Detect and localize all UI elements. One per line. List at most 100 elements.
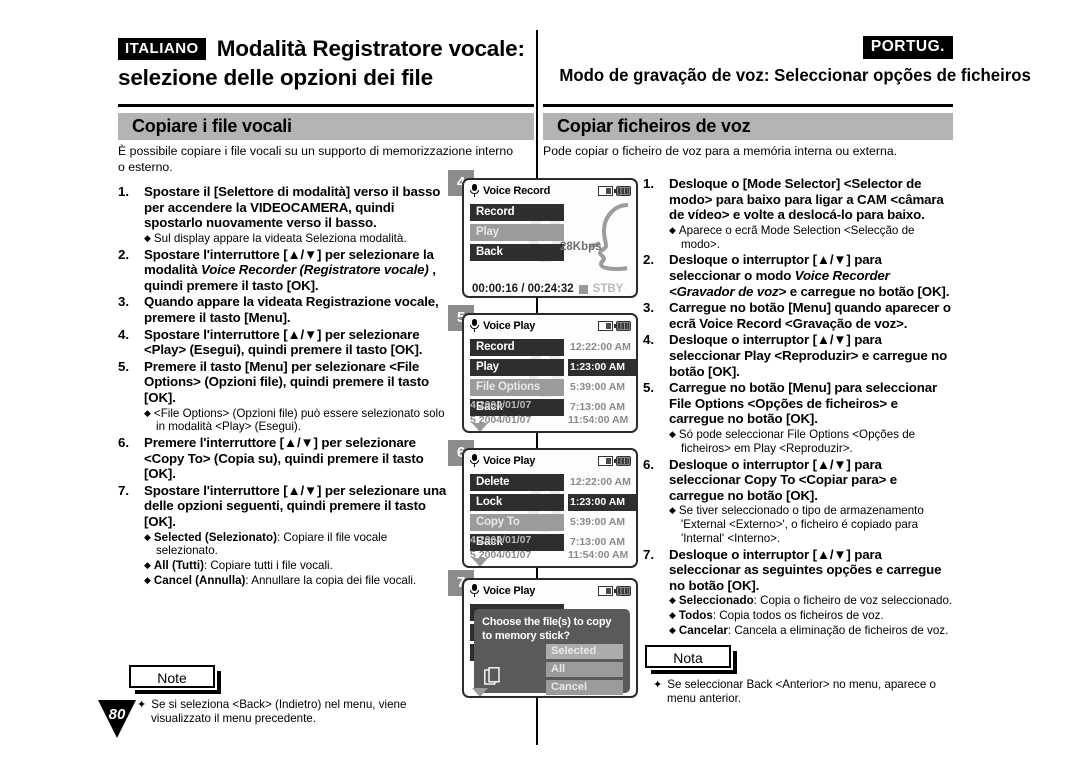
bullet-item: ◆ Todos: Copia todos os ficheiros de voz. (669, 609, 953, 623)
lcd-content: Choose the file(s) to copy to memory stic… (464, 599, 636, 696)
lcd-title: Voice Record (483, 184, 551, 197)
note-text-italian-value: Se si seleziona <Back> (Indietro) nel me… (151, 698, 407, 725)
lcd-menu-item[interactable]: Record (470, 204, 564, 221)
diamond-icon: ◆ (144, 575, 151, 586)
battery-icon (614, 585, 631, 596)
microphone-icon (470, 184, 479, 197)
dialog-option-all[interactable]: All (546, 662, 623, 677)
page-title-italian-line2: selezione delle opzioni dei file (118, 65, 433, 90)
step-number: 3. (118, 294, 130, 310)
diamond-icon: ◆ (144, 407, 151, 418)
step-bullets: ◆ Se tiver seleccionado o tipo de armazen… (669, 504, 953, 545)
lcd-file-time[interactable]: 1:23:00 AM (568, 494, 636, 511)
copy-files-icon (484, 667, 502, 687)
step-number: 2. (118, 246, 130, 262)
clover-icon: ✦ (137, 699, 147, 711)
step-text-part: e carregue no botão [OK]. (786, 283, 950, 299)
dialog-option-cancel[interactable]: Cancel (546, 680, 623, 695)
lcd-file-time[interactable]: 1:23:00 AM (568, 359, 636, 376)
bullet-text: Sul display appare la videata Seleziona … (153, 231, 407, 245)
step-item: 3. Quando appare la videata Registrazione… (118, 294, 448, 325)
dialog-option-selected[interactable]: Selected (546, 644, 623, 659)
step-number: 5. (643, 380, 655, 396)
microphone-icon (470, 319, 479, 332)
step-bullets: ◆ Só pode seleccionar File Options <Opçõe… (669, 428, 953, 456)
step-number: 7. (118, 482, 130, 498)
step-bullets: ◆ Selected (Selezionato): Copiare il file… (144, 531, 448, 588)
lcd-file-time[interactable]: 12:22:00 AM (568, 474, 636, 491)
bullet-item: ◆ Selected (Selezionato): Copiare il file… (144, 531, 448, 559)
section-bar-portuguese: Copiar ficheiros de voz (543, 113, 953, 140)
scroll-down-arrow-icon[interactable] (472, 558, 488, 566)
lcd-title-bar: Voice Play (464, 315, 636, 334)
step-item: 5. Carregue no botão [Menu] para seleccio… (643, 380, 953, 455)
lcd-content: 0RecordPlayFile OptionsBack12:22:00 AM1:… (464, 334, 636, 431)
bullet-item: ◆ Seleccionado: Copia o ficheiro de voz s… (669, 594, 953, 608)
note-text-portuguese-value: Se seleccionar Back <Anterior> no menu, … (667, 678, 936, 705)
step-item: 7. Spostare l'interruttore [▲/▼] per sele… (118, 483, 448, 588)
page-header: ITALIANO Modalità Registratore vocale: se… (0, 0, 1080, 110)
lcd-menu-item[interactable]: Delete (470, 474, 564, 491)
step-body: Desloque o interruptor [▲/▼] para selecc… (669, 457, 953, 546)
bullet-item: ◆ Se tiver seleccionado o tipo de armazen… (669, 504, 953, 545)
dialog-message-line2: to memory stick? (482, 629, 570, 642)
lcd-title: Voice Play (483, 319, 536, 332)
bullet-label: Selected (Selezionato) (153, 530, 277, 544)
stop-square-icon (578, 284, 588, 294)
manual-page: ITALIANO Modalità Registratore vocale: se… (0, 0, 1080, 764)
lcd-menu-item[interactable]: Copy To (470, 514, 564, 531)
timecode-value: 00:00:16 / 00:24:32 (472, 283, 574, 295)
bullet-text: Se tiver seleccionado o tipo de armazena… (678, 504, 924, 545)
step-text: Spostare l'interruttore [▲/▼] per selezi… (144, 482, 447, 530)
bullet-label: Todos (678, 609, 713, 623)
step-number: 6. (118, 435, 130, 451)
lcd-title-bar: Voice Play (464, 580, 636, 599)
bullet-text: : Copia todos os ficheiros de voz. (712, 609, 884, 623)
step-number: 4. (118, 326, 130, 342)
standby-status: STBY (592, 283, 624, 295)
lcd-file-row[interactable]: 4 2004/01/07 (470, 399, 531, 411)
lcd-file-time[interactable]: 5:39:00 AM (568, 514, 636, 531)
battery-icon (614, 185, 631, 196)
lcd-status-icons (598, 185, 631, 196)
lcd-file-time[interactable]: 11:54:00 AM (568, 414, 628, 426)
note-block-italian: Note ✦ Se si seleziona <Back> (Indietro) … (129, 665, 459, 726)
step-body: Premere l'interruttore [▲/▼] per selezio… (144, 435, 448, 482)
step-body: Spostare il [Selettore di modalità] vers… (144, 184, 448, 246)
bullet-text: : Cancela a eliminação de ficheiros de v… (727, 624, 949, 638)
battery-icon (614, 320, 631, 331)
lcd-menu-item[interactable]: Record (470, 339, 564, 356)
diamond-icon: ◆ (669, 595, 676, 606)
step-item: 7. Desloque o interruptor [▲/▼] para sele… (643, 547, 953, 638)
step-text: Carregue no botão [Menu] para selecciona… (669, 380, 937, 427)
lcd-menu-item[interactable]: Lock (470, 494, 564, 511)
scroll-down-arrow-icon[interactable] (472, 423, 488, 431)
battery-icon (614, 455, 631, 466)
step-body: Spostare l'interruttore [▲/▼] per selezi… (144, 483, 448, 588)
step-bullets: ◆ <File Options> (Opzioni file) può esser… (144, 407, 448, 435)
lcd-menu-item[interactable]: Play (470, 224, 564, 241)
lcd-content: 0DeleteLockCopy ToBack12:22:00 AM1:23:00… (464, 469, 636, 566)
lcd-menu: Record Play Back (470, 204, 564, 264)
bullet-text: : Annullare la copia dei file vocali. (245, 574, 417, 588)
bullet-item: ◆ All (Tutti): Copiare tutti i file vocal… (144, 559, 448, 573)
lcd-menu-item[interactable]: Play (470, 359, 564, 376)
lcd-file-time[interactable]: 12:22:00 AM (568, 339, 636, 356)
lcd-menu-item[interactable]: Back (470, 244, 564, 261)
bullet-item: ◆ <File Options> (Opzioni file) può esser… (144, 407, 448, 435)
intro-portuguese: Pode copiar o ficheiro de voz para a mem… (543, 144, 898, 158)
note-text-portuguese: ✦ Se seleccionar Back <Anterior> no menu,… (645, 678, 955, 706)
scroll-down-arrow-icon[interactable] (472, 688, 488, 696)
lcd-menu-item[interactable]: File Options (470, 379, 564, 396)
step-item: 3. Carregue no botão [Menu] quando aparec… (643, 300, 953, 331)
step-number: 5. (118, 358, 130, 374)
lcd-file-row[interactable]: 4 2004/01/07 (470, 534, 531, 546)
header-rule-left (118, 104, 534, 107)
step-body: Premere il tasto [Menu] per selezionare … (144, 359, 448, 434)
diamond-icon: ◆ (144, 560, 151, 571)
lcd-file-time[interactable]: 5:39:00 AM (568, 379, 636, 396)
step-item: 6. Desloque o interruptor [▲/▼] para sele… (643, 457, 953, 546)
step-item: 4. Spostare l'interruttore [▲/▼] per sele… (118, 327, 448, 358)
lcd-file-time[interactable]: 11:54:00 AM (568, 549, 628, 561)
step-number: 4. (643, 332, 655, 348)
